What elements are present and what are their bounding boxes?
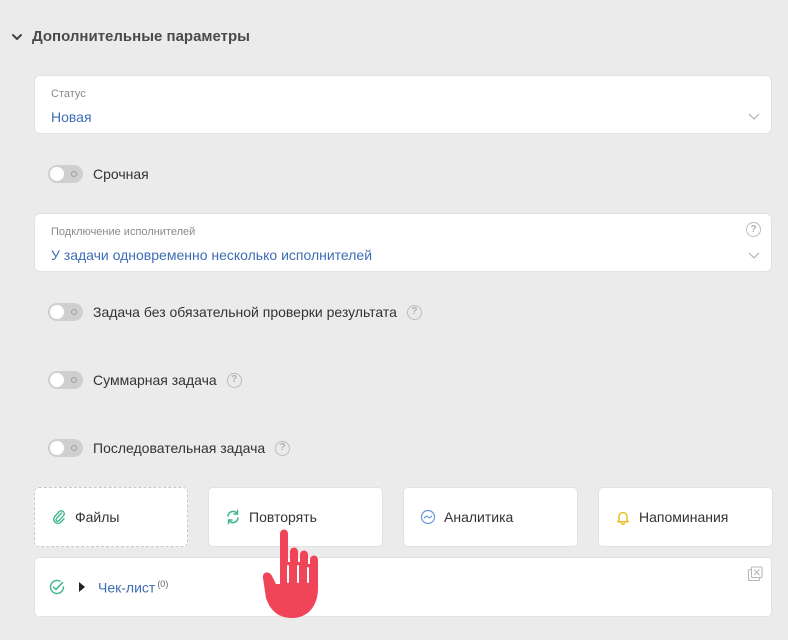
assignees-value: У задачи одновременно несколько исполнит… <box>51 247 373 263</box>
no-review-toggle[interactable] <box>48 303 83 321</box>
chevron-down-icon <box>748 252 760 259</box>
checklist-label: Чек-лист <box>98 579 156 596</box>
files-button[interactable]: Файлы <box>34 487 188 547</box>
analytics-icon <box>420 509 436 525</box>
repeat-label: Повторять <box>249 509 317 525</box>
expand-icon[interactable] <box>747 566 763 582</box>
help-icon[interactable]: ? <box>226 372 242 388</box>
repeat-button[interactable]: Повторять <box>208 487 383 547</box>
chevron-down-icon <box>12 33 22 40</box>
summary-row: Суммарная задача ? <box>48 371 242 389</box>
urgent-row: Срочная <box>48 165 149 183</box>
analytics-button[interactable]: Аналитика <box>403 487 578 547</box>
files-label: Файлы <box>75 509 120 525</box>
chevron-down-icon <box>748 113 760 120</box>
checklist-count: (0) <box>157 578 169 589</box>
sequential-row: Последовательная задача ? <box>48 439 291 457</box>
no-review-row: Задача без обязательной проверки результ… <box>48 303 422 321</box>
sequential-label: Последовательная задача <box>93 440 266 456</box>
paperclip-icon <box>53 510 65 525</box>
section-toggle[interactable]: Дополнительные параметры <box>10 28 250 45</box>
analytics-label: Аналитика <box>444 509 514 525</box>
checklist-link[interactable]: Чек-лист (0) <box>98 579 168 596</box>
bell-icon <box>617 511 629 525</box>
urgent-label: Срочная <box>93 166 149 182</box>
sequential-toggle[interactable] <box>48 439 83 457</box>
section-title: Дополнительные параметры <box>32 28 250 45</box>
caret-right-icon[interactable] <box>78 582 86 592</box>
status-label: Статус <box>51 88 86 100</box>
status-value: Новая <box>51 109 92 125</box>
assignees-label: Подключение исполнителей <box>51 226 196 238</box>
help-icon[interactable]: ? <box>746 222 761 237</box>
help-icon[interactable]: ? <box>275 440 291 456</box>
help-icon[interactable]: ? <box>406 304 422 320</box>
summary-label: Суммарная задача <box>93 372 217 388</box>
reminders-button[interactable]: Напоминания <box>598 487 773 547</box>
urgent-toggle[interactable] <box>48 165 83 183</box>
status-select[interactable]: Статус Новая <box>34 75 772 134</box>
repeat-icon <box>227 509 239 525</box>
summary-toggle[interactable] <box>48 371 83 389</box>
check-circle-icon <box>49 579 65 595</box>
reminders-label: Напоминания <box>639 509 729 525</box>
assignees-select[interactable]: Подключение исполнителей У задачи одновр… <box>34 213 772 272</box>
no-review-label: Задача без обязательной проверки результ… <box>93 304 397 320</box>
checklist-panel: Чек-лист (0) <box>34 557 772 617</box>
